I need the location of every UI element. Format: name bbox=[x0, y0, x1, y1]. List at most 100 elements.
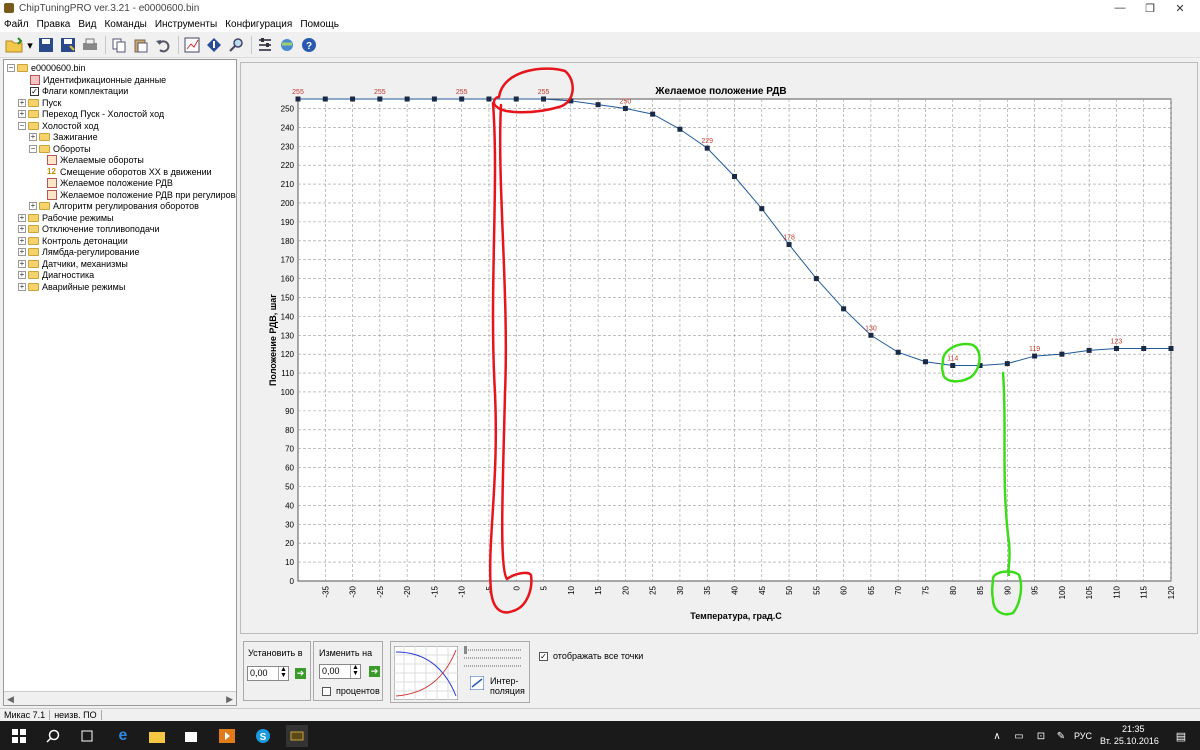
data-point[interactable] bbox=[1004, 361, 1010, 367]
tree-item[interactable]: + Датчики, механизмы bbox=[18, 258, 128, 269]
data-point[interactable] bbox=[1113, 346, 1119, 352]
data-point[interactable] bbox=[595, 102, 601, 108]
tree-item[interactable]: Желаемое положение РДВ при регулирован bbox=[47, 189, 236, 200]
tree-item[interactable]: + Лямбда-регулирование bbox=[18, 247, 139, 258]
language-indicator[interactable]: РУС bbox=[1074, 731, 1092, 741]
data-point[interactable] bbox=[704, 145, 710, 151]
clock-time[interactable]: 21:35 bbox=[1122, 724, 1145, 734]
tree-item[interactable]: ✓ Флаги комплектации bbox=[18, 86, 128, 97]
tree-item[interactable]: Желаемое положение РДВ bbox=[47, 178, 173, 189]
tree-item[interactable]: + Контроль детонации bbox=[18, 235, 128, 246]
show-all-points-checkbox[interactable]: ✓ bbox=[539, 652, 548, 661]
data-point[interactable] bbox=[1168, 346, 1174, 352]
undo-icon[interactable] bbox=[153, 35, 173, 55]
data-point[interactable] bbox=[459, 96, 465, 102]
rdv-chart[interactable]: 0102030405060708090100110120130140150160… bbox=[241, 63, 1199, 635]
data-point[interactable] bbox=[813, 276, 819, 282]
info-diamond-icon[interactable] bbox=[204, 35, 224, 55]
paste-icon[interactable] bbox=[131, 35, 151, 55]
data-point[interactable] bbox=[622, 105, 628, 111]
menu-config[interactable]: Конфигурация bbox=[225, 19, 292, 30]
data-point[interactable] bbox=[1032, 353, 1038, 359]
expand-icon[interactable]: + bbox=[29, 202, 37, 210]
tree-item[interactable]: − Обороты bbox=[29, 143, 91, 154]
clock-date[interactable]: Вт. 25.10.2016 bbox=[1100, 736, 1159, 746]
tree-item[interactable]: + Алгоритм регулирования оборотов bbox=[29, 201, 199, 212]
data-point[interactable] bbox=[295, 96, 301, 102]
data-point[interactable] bbox=[1086, 347, 1092, 353]
expand-icon[interactable]: + bbox=[18, 271, 26, 279]
task-view-icon[interactable] bbox=[76, 725, 98, 747]
expand-icon[interactable]: + bbox=[18, 236, 26, 245]
expand-icon[interactable]: + bbox=[29, 133, 37, 141]
data-point[interactable] bbox=[350, 96, 356, 102]
globe-icon[interactable] bbox=[277, 35, 297, 55]
data-point[interactable] bbox=[786, 242, 792, 248]
tree-item[interactable]: + Отключение топливоподачи bbox=[18, 224, 159, 235]
search-icon[interactable] bbox=[42, 725, 64, 747]
open-icon[interactable] bbox=[4, 35, 24, 55]
expand-icon[interactable]: + bbox=[18, 259, 26, 268]
set-value-field[interactable]: 0,00 ▲ ▼ bbox=[247, 666, 289, 681]
apply-change-button[interactable]: ➔ bbox=[369, 666, 380, 677]
chiptuning-taskbar-icon[interactable] bbox=[286, 725, 308, 747]
save-as-icon[interactable] bbox=[58, 35, 78, 55]
pen-icon[interactable]: ✎ bbox=[1050, 725, 1072, 747]
data-point[interactable] bbox=[541, 96, 547, 102]
edge-icon[interactable]: e bbox=[112, 725, 134, 747]
save-icon[interactable] bbox=[36, 35, 56, 55]
tree-item[interactable]: + Пуск bbox=[18, 97, 61, 108]
data-point[interactable] bbox=[1059, 351, 1065, 357]
expand-icon[interactable]: + bbox=[18, 213, 26, 222]
tree-item[interactable]: + Диагностика bbox=[18, 270, 94, 281]
data-point[interactable] bbox=[868, 332, 874, 338]
data-point[interactable] bbox=[895, 349, 901, 355]
menu-edit[interactable]: Правка bbox=[37, 19, 71, 30]
network-icon[interactable]: ⊡ bbox=[1030, 725, 1052, 747]
tree-item[interactable]: + Аварийные режимы bbox=[18, 281, 125, 292]
data-point[interactable] bbox=[650, 111, 656, 117]
data-point[interactable] bbox=[513, 96, 519, 102]
interpolation-sliders[interactable] bbox=[462, 646, 526, 668]
data-point[interactable] bbox=[732, 173, 737, 179]
data-point[interactable] bbox=[1141, 346, 1147, 352]
data-point[interactable] bbox=[677, 126, 683, 132]
store-icon[interactable] bbox=[180, 725, 202, 747]
spin-buttons-icon[interactable]: ▲ ▼ bbox=[278, 666, 288, 680]
spin-buttons-icon[interactable]: ▲ ▼ bbox=[350, 664, 360, 678]
tree-item[interactable]: Идентификационные данные bbox=[18, 74, 166, 85]
start-icon[interactable] bbox=[8, 725, 30, 747]
menu-tools[interactable]: Инструменты bbox=[155, 19, 217, 30]
chart-tool-icon[interactable] bbox=[182, 35, 202, 55]
data-point[interactable] bbox=[922, 359, 928, 365]
data-point[interactable] bbox=[486, 96, 492, 102]
dropdown-arrow-icon[interactable]: ▾ bbox=[26, 35, 34, 55]
tree-item[interactable]: + Зажигание bbox=[29, 132, 98, 143]
file-explorer-icon[interactable] bbox=[146, 725, 168, 747]
tree-item[interactable]: − Холостой ход bbox=[18, 120, 99, 131]
data-point[interactable] bbox=[404, 96, 410, 102]
interpolation-icon[interactable] bbox=[470, 676, 484, 690]
percent-checkbox[interactable] bbox=[322, 687, 331, 696]
tree-root[interactable]: − e0000600.bin bbox=[7, 62, 86, 73]
tree-item[interactable]: Желаемые обороты bbox=[47, 155, 144, 166]
menu-file[interactable]: Файл bbox=[4, 19, 29, 30]
expand-icon[interactable]: + bbox=[18, 110, 26, 118]
change-value-field[interactable]: 0,00 ▲ ▼ bbox=[319, 664, 361, 679]
battery-icon[interactable]: ▭ bbox=[1008, 725, 1030, 747]
tools-icon[interactable] bbox=[255, 35, 275, 55]
data-point[interactable] bbox=[431, 96, 437, 102]
tree-view[interactable]: − e0000600.bin Идентификационные данные ✓… bbox=[3, 59, 237, 706]
expand-icon[interactable]: + bbox=[18, 98, 26, 107]
notifications-icon[interactable]: ▤ bbox=[1170, 725, 1192, 747]
apply-set-button[interactable]: ➔ bbox=[295, 668, 306, 679]
menu-help[interactable]: Помощь bbox=[300, 19, 339, 30]
tray-arrow-icon[interactable]: ∧ bbox=[986, 725, 1008, 747]
close-button[interactable]: ✕ bbox=[1160, 0, 1200, 16]
data-point[interactable] bbox=[322, 96, 328, 102]
menu-view[interactable]: Вид bbox=[78, 19, 96, 30]
data-point[interactable] bbox=[759, 206, 765, 212]
skype-icon[interactable]: S bbox=[252, 725, 274, 747]
tree-horizontal-scrollbar[interactable]: ◀ ▶ bbox=[4, 691, 236, 705]
scroll-left-icon[interactable]: ◀ bbox=[7, 694, 14, 705]
